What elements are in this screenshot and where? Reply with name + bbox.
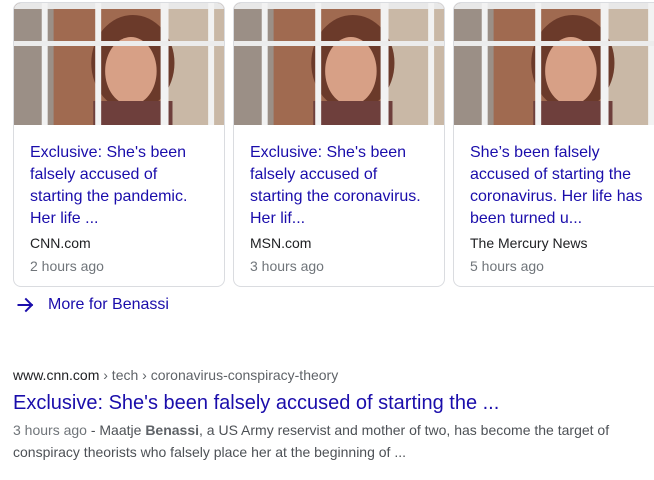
news-card-title[interactable]: She’s been falsely accused of starting t…	[470, 142, 652, 230]
more-for-label: More for Benassi	[48, 296, 169, 313]
result-title[interactable]: Exclusive: She's been falsely accused of…	[13, 390, 633, 416]
snippet-pre: - Maatje	[86, 422, 146, 438]
news-card-title[interactable]: Exclusive: She's been falsely accused of…	[250, 142, 432, 230]
news-card[interactable]: She’s been falsely accused of starting t…	[453, 2, 654, 287]
result-url[interactable]: www.cnn.com › tech › coronavirus-conspir…	[13, 366, 633, 384]
news-card-time: 5 hours ago	[470, 258, 544, 274]
result-site: www.cnn.com	[13, 367, 100, 383]
news-card-title[interactable]: Exclusive: She's been falsely accused of…	[30, 142, 212, 230]
news-card[interactable]: Exclusive: She's been falsely accused of…	[13, 2, 225, 287]
more-for-link[interactable]: More for Benassi	[16, 294, 169, 316]
news-card-source: CNN.com	[30, 235, 91, 251]
news-thumbnail[interactable]	[14, 3, 224, 125]
result-date: 3 hours ago	[13, 422, 87, 438]
arrow-right-icon	[17, 297, 34, 313]
news-card-time: 3 hours ago	[250, 258, 324, 274]
snippet-highlight: Benassi	[145, 422, 200, 438]
result-snippet: 3 hours ago - Maatje Benassi, a US Army …	[13, 419, 613, 463]
search-result: www.cnn.com › tech › coronavirus-conspir…	[13, 366, 633, 463]
news-carousel: Exclusive: She's been falsely accused of…	[13, 0, 654, 288]
news-card-source: MSN.com	[250, 235, 312, 251]
news-card[interactable]: Exclusive: She's been falsely accused of…	[233, 2, 445, 287]
news-thumbnail[interactable]	[454, 3, 654, 125]
news-card-time: 2 hours ago	[30, 258, 104, 274]
result-breadcrumb: › tech › coronavirus-conspiracy-theory	[99, 367, 339, 383]
news-card-source: The Mercury News	[470, 235, 588, 251]
news-thumbnail[interactable]	[234, 3, 444, 125]
